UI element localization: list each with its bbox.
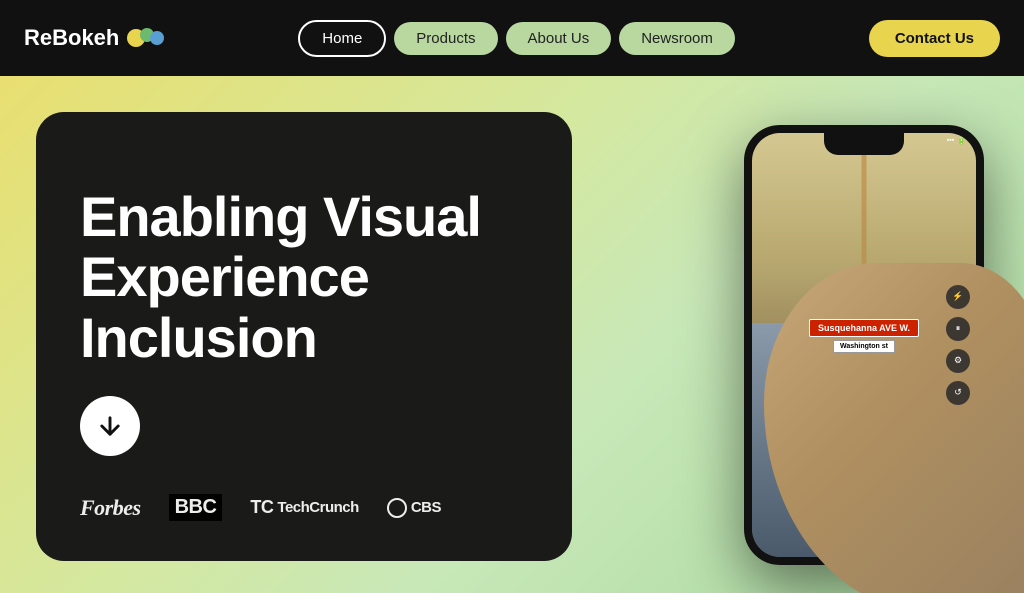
logo-text: ReBokeh [24,25,119,51]
phone-refresh-button: ↺ [946,381,970,405]
nav-newsroom-button[interactable]: Newsroom [619,22,735,55]
logo-dots [127,28,164,48]
arrow-down-icon [96,412,124,440]
techcrunch-icon: TC [250,497,273,518]
forbes-logo: Forbes [80,495,141,521]
hero-left: Enabling Visual Experience Inclusion For… [0,76,620,593]
phone-pause-button: ⏸ [946,317,970,341]
techcrunch-logo: TC TechCrunch [250,497,358,518]
phone-status-bar: ▪▪▪ 🔋 [947,137,966,145]
press-logos: Forbes BBC TC TechCrunch CBS [80,494,528,525]
phone-notch [824,133,904,155]
scroll-down-button[interactable] [80,396,140,456]
cbs-circle-icon [387,498,407,518]
ar-sub-sign: Washington st [833,340,895,353]
main-nav: Home Products About Us Newsroom [298,20,735,57]
ar-street-sign: Susquehanna AVE W. [809,319,919,337]
hero-title: Enabling Visual Experience Inclusion [80,187,528,368]
cbs-logo: CBS [387,498,441,518]
logo: ReBokeh [24,25,164,51]
phone-settings-button: ⚙ [946,349,970,373]
hero-section: Enabling Visual Experience Inclusion For… [0,76,1024,593]
hero-right: ▪▪▪ 🔋 Susquehanna AVE W. Washington st ⚡… [620,76,1024,593]
hero-card-content: Enabling Visual Experience Inclusion For… [80,187,528,525]
dot-blue-icon [150,31,164,45]
hero-card: Enabling Visual Experience Inclusion For… [36,112,572,561]
nav-products-button[interactable]: Products [394,22,497,55]
phone-flash-button: ⚡ [946,285,970,309]
nav-about-button[interactable]: About Us [506,22,612,55]
nav-contact-button[interactable]: Contact Us [869,20,1000,57]
phone-controls: ⚡ ⏸ ⚙ ↺ [946,285,970,405]
bbc-logo: BBC [169,494,223,521]
nav-home-button[interactable]: Home [298,20,386,57]
header: ReBokeh Home Products About Us Newsroom … [0,0,1024,76]
